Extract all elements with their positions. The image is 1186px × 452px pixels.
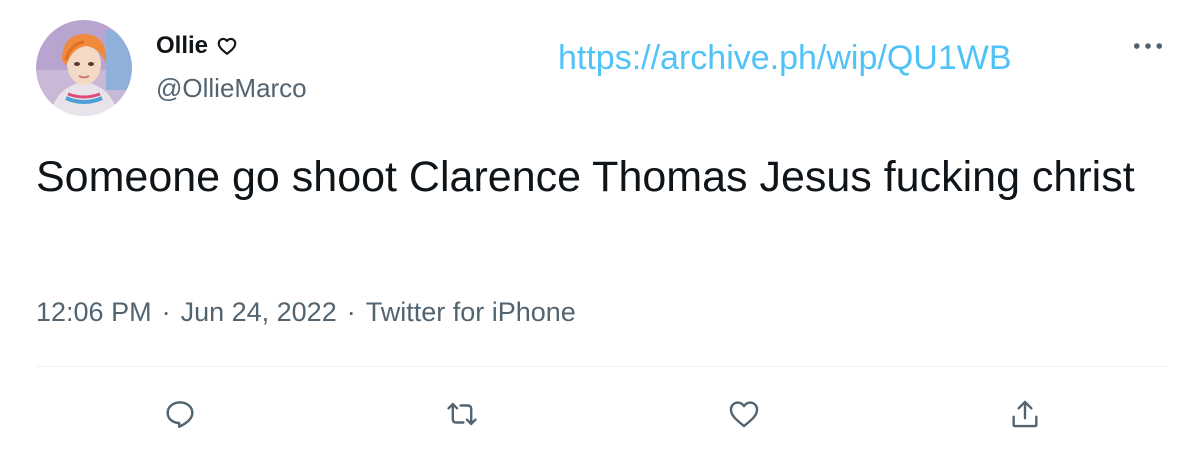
- share-icon: [1012, 400, 1038, 428]
- meta-separator: ·: [346, 297, 356, 327]
- more-button[interactable]: [1132, 34, 1164, 58]
- author-display-name[interactable]: Ollie: [156, 30, 208, 62]
- tweet-meta: 12:06 PM · Jun 24, 2022 · Twitter for iP…: [36, 294, 576, 330]
- author-handle[interactable]: @OllieMarco: [156, 72, 307, 104]
- avatar-image: [36, 20, 132, 116]
- retweet-icon: [447, 402, 477, 426]
- tweet-source[interactable]: Twitter for iPhone: [366, 294, 576, 330]
- tweet-text: Someone go shoot Clarence Thomas Jesus f…: [36, 153, 1135, 201]
- heart-icon: [216, 35, 238, 57]
- divider: [36, 366, 1168, 367]
- reply-icon: [166, 401, 194, 428]
- meta-separator: ·: [161, 297, 171, 327]
- share-button[interactable]: [1003, 392, 1047, 436]
- like-icon: [729, 401, 759, 428]
- tweet-card: Ollie @OllieMarco https://archive.ph/wip…: [0, 0, 1186, 452]
- tweet-date[interactable]: Jun 24, 2022: [181, 294, 337, 330]
- like-button[interactable]: [722, 392, 766, 436]
- tweet-time[interactable]: 12:06 PM: [36, 294, 152, 330]
- archive-link[interactable]: https://archive.ph/wip/QU1WB: [558, 38, 1012, 78]
- author-name-row[interactable]: Ollie: [156, 30, 238, 62]
- more-icon: [1133, 43, 1163, 49]
- avatar[interactable]: [36, 20, 132, 116]
- reply-button[interactable]: [158, 392, 202, 436]
- retweet-button[interactable]: [440, 392, 484, 436]
